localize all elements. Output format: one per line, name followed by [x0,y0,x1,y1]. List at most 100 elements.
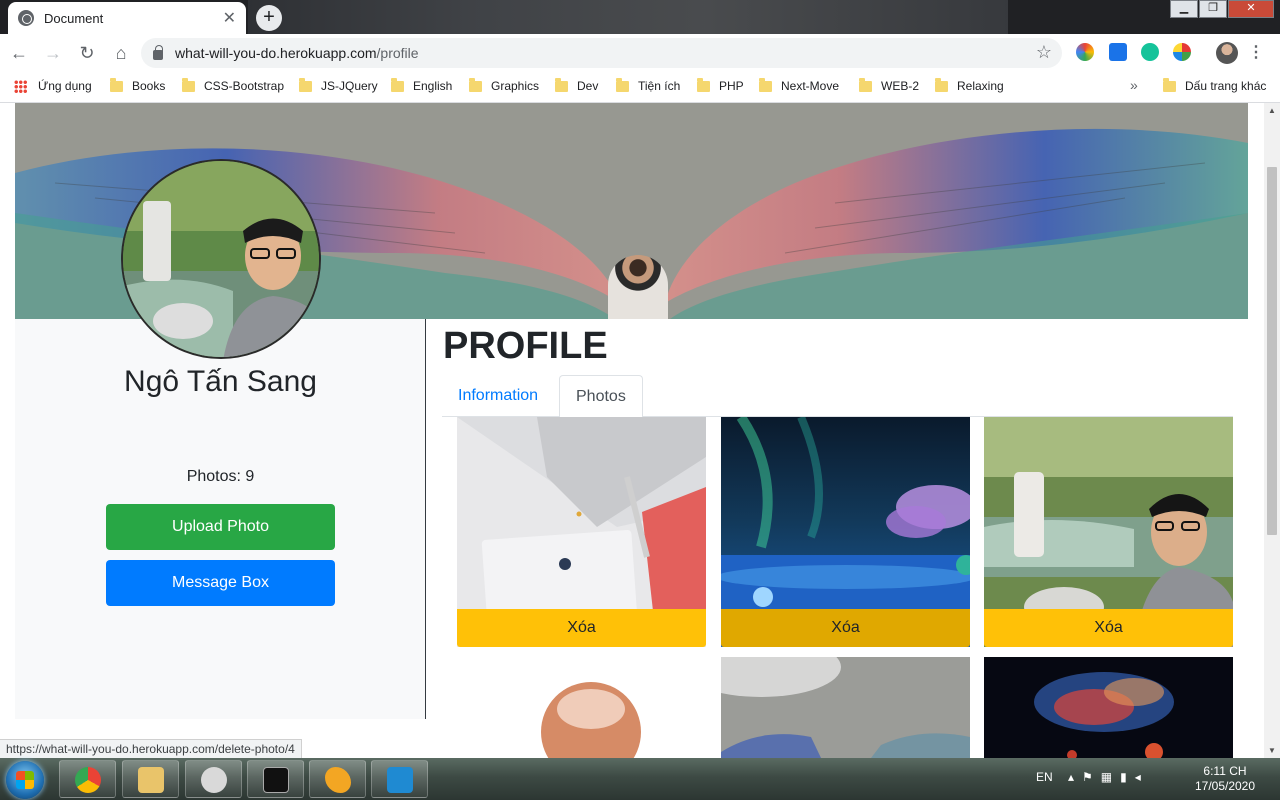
folder-explorer-icon [138,767,164,793]
bookmark-label: Dev [577,79,599,93]
page-title: PROFILE [443,325,608,367]
bookmark-label: Ứng dụng [38,79,92,93]
profile-name: Ngô Tấn Sang [124,365,317,398]
person-in-cover [608,255,668,319]
minimize-button[interactable]: ▁ [1170,0,1198,18]
menu-dots-icon[interactable]: ⋮ [1248,42,1264,62]
delete-photo-button[interactable]: Xóa [721,609,970,647]
taskbar-paint[interactable] [185,760,242,798]
taskbar-chrome[interactable] [59,760,116,798]
bookmark-label: PHP [719,79,744,93]
url-path: /profile [376,45,419,61]
tab-title: Document [44,10,104,26]
vscode-icon [387,767,413,793]
folder-icon [935,77,948,92]
photo-card [984,657,1233,758]
bookmark-js-jquery[interactable]: JS-JQuery [299,77,378,93]
clock-time: 6:11 CH [1203,764,1247,778]
url-text: what-will-you-do.herokuapp.com/profile [175,45,419,61]
language-indicator[interactable]: EN [1036,770,1053,784]
tab-information[interactable]: Information [442,375,554,417]
bookmark-tien-ich[interactable]: Tiện ích [616,77,680,93]
bookmark-star-icon[interactable]: ☆ [1036,42,1052,63]
bookmark-apps[interactable]: Ứng dụng [14,79,92,93]
page-scrollbar[interactable]: ▲ ▼ [1264,103,1280,758]
scrollbar-thumb[interactable] [1267,167,1277,535]
taskbar-vscode[interactable] [371,760,428,798]
bookmark-label: Graphics [491,79,540,93]
terminal-icon [263,767,289,793]
bookmark-css-bootstrap[interactable]: CSS-Bootstrap [182,77,285,93]
profile-avatar-icon[interactable] [1216,42,1238,64]
taskbar-app[interactable] [309,760,366,798]
browser-tab-active[interactable]: Document ✕ [8,2,246,34]
nebula-photo [984,657,1233,758]
more-bookmarks-icon[interactable]: » [1130,77,1138,93]
photo-card: Xóa [457,417,706,647]
scroll-up-icon[interactable]: ▲ [1268,106,1276,115]
profile-avatar [121,159,321,359]
bookmark-php[interactable]: PHP [697,77,744,93]
photo-card: Xóa [721,417,970,647]
photo-card [457,657,706,758]
delete-photo-button[interactable]: Xóa [457,609,706,647]
start-button[interactable] [6,761,44,799]
delete-photo-button[interactable]: Xóa [984,609,1233,647]
tab-photos[interactable]: Photos [559,375,643,418]
address-bar[interactable]: what-will-you-do.herokuapp.com/profile ☆ [141,38,1062,68]
tray-icons[interactable]: ▴⚑▦▮◂ [1068,770,1149,784]
sphere-photo [457,657,706,758]
bookmark-web-2[interactable]: WEB-2 [859,77,920,93]
maximize-button[interactable]: ❐ [1199,0,1227,18]
color-extension-icon[interactable] [1076,43,1094,61]
colorpick-extension-icon[interactable] [1173,43,1191,61]
bookmark-dev[interactable]: Dev [555,77,599,93]
folder-icon [616,77,629,92]
lock-icon[interactable] [153,45,163,60]
bookmark-english[interactable]: English [391,77,452,93]
bookmark-books[interactable]: Books [110,77,165,93]
close-window-button[interactable]: ✕ [1228,0,1274,18]
clock[interactable]: 6:11 CH 17/05/2020 [1190,764,1260,794]
grammarly-icon[interactable] [1141,43,1159,61]
page-viewport: Ngô Tấn Sang Photos: 9 Upload Photo Mess… [0,103,1264,758]
apps-grid-icon [14,79,27,93]
browser-toolbar: ← → ↻ ⌂ what-will-you-do.herokuapp.com/p… [0,34,1280,72]
scroll-down-icon[interactable]: ▼ [1268,746,1276,755]
bookmark-label: WEB-2 [881,79,920,93]
upload-photo-button[interactable]: Upload Photo [106,504,335,550]
new-tab-button[interactable]: + [256,5,282,31]
folder-icon [391,77,404,92]
avatar-photo [123,161,319,357]
folder-icon [469,77,482,92]
taskbar-explorer[interactable] [122,760,179,798]
bookmark-relaxing[interactable]: Relaxing [935,77,1004,93]
folder-icon [182,77,195,92]
folder-icon [1163,77,1176,92]
reload-icon[interactable]: ↻ [72,38,102,68]
bookmark-next-move[interactable]: Next-Move [759,77,840,93]
close-tab-icon[interactable]: ✕ [223,8,236,28]
bookmark-other[interactable]: Dấu trang khác [1163,77,1266,93]
folder-icon [110,77,123,92]
droplet-extension-icon[interactable] [1109,43,1127,61]
bookmark-label: Next-Move [781,79,840,93]
forward-arrow-icon[interactable]: → [38,38,68,68]
clock-date: 17/05/2020 [1194,779,1256,793]
back-arrow-icon[interactable]: ← [4,38,34,68]
home-icon[interactable]: ⌂ [106,38,136,68]
bookmark-graphics[interactable]: Graphics [469,77,540,93]
app-icon [325,767,351,793]
folder-icon [697,77,710,92]
message-box-button[interactable]: Message Box [106,560,335,606]
bookmark-label: Relaxing [957,79,1004,93]
folder-icon [299,77,312,92]
folder-icon [859,77,872,92]
bookmarks-bar: Ứng dụng Books CSS-Bootstrap JS-JQuery E… [0,72,1280,103]
tab-strip-background [248,0,1008,34]
bookmark-label: CSS-Bootstrap [204,79,285,93]
taskbar-cmd[interactable] [247,760,304,798]
chrome-icon [75,767,101,793]
photo-card [721,657,970,758]
wings-photo [721,657,970,758]
